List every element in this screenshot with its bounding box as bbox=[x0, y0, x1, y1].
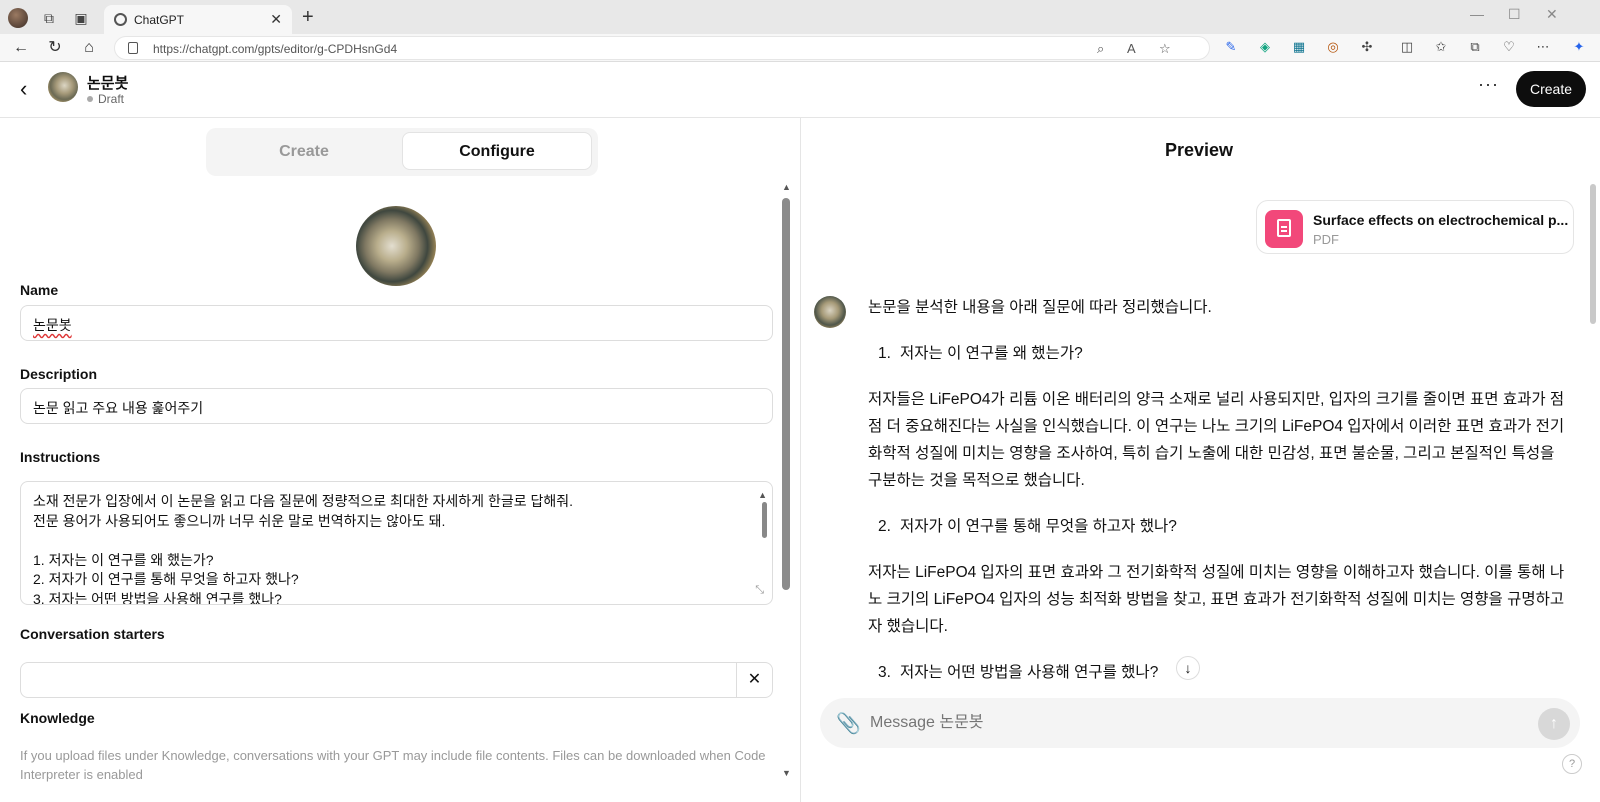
scroll-down-icon[interactable]: ▼ bbox=[782, 768, 791, 778]
description-field[interactable]: 논문 읽고 주요 내용 훑어주기 bbox=[20, 388, 773, 424]
tab-title: ChatGPT bbox=[134, 13, 185, 27]
home-icon[interactable]: ⌂ bbox=[78, 38, 100, 58]
attached-file-card[interactable]: Surface effects on electrochemical p... … bbox=[1256, 200, 1574, 254]
description-value: 논문 읽고 주요 내용 훑어주기 bbox=[33, 400, 204, 416]
chatgpt-favicon-icon bbox=[114, 13, 127, 26]
extension-box-icon[interactable]: ▦ bbox=[1290, 38, 1308, 56]
name-value: 논문봇 bbox=[33, 317, 72, 333]
window-close-icon[interactable]: ✕ bbox=[1546, 6, 1558, 23]
instructions-line: 2. 저자가 이 연구를 통해 무엇을 하고자 했나? bbox=[33, 571, 299, 587]
resize-handle-icon[interactable]: ⤡ bbox=[755, 581, 764, 601]
assistant-avatar bbox=[814, 296, 846, 328]
question-3: 3. 저자는 어떤 방법을 사용해 연구를 했나? bbox=[868, 659, 1568, 686]
zoom-icon[interactable]: ⌕ bbox=[1097, 41, 1104, 57]
remove-starter-icon[interactable]: ✕ bbox=[736, 663, 772, 697]
question-text: 저자가 이 연구를 통해 무엇을 하고자 했나? bbox=[900, 518, 1177, 535]
pdf-file-icon bbox=[1265, 210, 1303, 248]
tab-close-icon[interactable]: ✕ bbox=[270, 11, 282, 28]
question-text: 저자는 어떤 방법을 사용해 연구를 했나? bbox=[900, 664, 1159, 681]
editor-header: ‹ 논문봇 Draft ··· Create bbox=[0, 62, 1600, 118]
scroll-to-bottom-icon[interactable]: ↓ bbox=[1176, 656, 1200, 680]
answer-2: 저자는 LiFePO4 입자의 표면 효과와 그 전기화학적 성질에 미치는 영… bbox=[868, 564, 1565, 635]
status-text: Draft bbox=[98, 92, 125, 106]
extension-layers-icon[interactable]: ◈ bbox=[1256, 38, 1274, 56]
instructions-line: 3. 저자는 어떤 방법을 사용해 연구를 했나? bbox=[33, 590, 282, 605]
status-dot-icon bbox=[87, 96, 93, 102]
workspaces-icon[interactable]: ⧉ bbox=[40, 9, 58, 27]
name-field[interactable]: 논문봇 bbox=[20, 305, 773, 341]
browser-tab-bar: ⧉ ▣ ChatGPT ✕ + — ☐ ✕ bbox=[0, 0, 1600, 34]
copilot-icon[interactable]: ✦ bbox=[1570, 38, 1588, 56]
textarea-scrollbar[interactable] bbox=[762, 502, 767, 538]
extension-pen-icon[interactable]: ✎ bbox=[1222, 38, 1240, 56]
maximize-icon[interactable]: ☐ bbox=[1508, 6, 1521, 23]
message-input[interactable] bbox=[870, 714, 1510, 732]
conversation-starter-input[interactable]: ✕ bbox=[20, 662, 773, 698]
instructions-label: Instructions bbox=[20, 449, 101, 465]
vertical-tabs-icon[interactable]: ▣ bbox=[72, 9, 90, 27]
mode-tabs: Create Configure bbox=[206, 128, 598, 176]
knowledge-label: Knowledge bbox=[20, 710, 95, 726]
question-text: 저자는 이 연구를 왜 했는가? bbox=[900, 345, 1083, 362]
profile-avatar[interactable] bbox=[8, 8, 28, 28]
preview-panel: Preview Surface effects on electrochemic… bbox=[802, 118, 1600, 802]
help-icon[interactable]: ? bbox=[1562, 754, 1582, 774]
question-number: 1. bbox=[878, 345, 891, 362]
question-1: 1. 저자는 이 연구를 왜 했는가? bbox=[868, 340, 1568, 367]
gpt-status: Draft bbox=[87, 92, 124, 106]
instructions-field[interactable]: 소재 전문가 입장에서 이 논문을 읽고 다음 질문에 정량적으로 최대한 자세… bbox=[20, 481, 773, 605]
question-number: 2. bbox=[878, 518, 891, 535]
extension-circle-icon[interactable]: ◎ bbox=[1324, 38, 1342, 56]
send-arrow-icon[interactable]: ↑ bbox=[1538, 708, 1570, 740]
more-options-button[interactable]: ··· bbox=[1478, 74, 1499, 95]
question-2: 2. 저자가 이 연구를 통해 무엇을 하고자 했나? bbox=[868, 513, 1568, 540]
message-intro: 논문을 분석한 내용을 아래 질문에 따라 정리했습니다. bbox=[868, 299, 1212, 316]
preview-title: Preview bbox=[1164, 140, 1234, 160]
preview-scrollbar[interactable] bbox=[1590, 184, 1596, 324]
create-button[interactable]: Create bbox=[1516, 71, 1586, 107]
favorite-star-icon[interactable]: ☆ bbox=[1159, 41, 1171, 57]
answer-1: 저자들은 LiFePO4가 리튬 이온 배터리의 양극 소재로 널리 사용되지만… bbox=[868, 391, 1565, 489]
split-screen-icon[interactable]: ◫ bbox=[1398, 38, 1416, 56]
question-number: 3. bbox=[878, 664, 891, 681]
back-icon[interactable]: ← bbox=[10, 38, 32, 58]
instructions-line: 1. 저자는 이 연구를 왜 했는가? bbox=[33, 551, 214, 568]
tab-create[interactable]: Create bbox=[206, 132, 402, 172]
lock-icon bbox=[128, 42, 138, 54]
conversation-starters-label: Conversation starters bbox=[20, 626, 165, 642]
refresh-icon[interactable]: ↻ bbox=[44, 38, 66, 58]
scroll-up-icon[interactable]: ▲ bbox=[782, 182, 791, 192]
url-field[interactable]: https://chatgpt.com/gpts/editor/g-CPDHsn… bbox=[114, 36, 1210, 60]
browser-tab[interactable]: ChatGPT ✕ bbox=[104, 5, 292, 34]
attach-paperclip-icon[interactable]: 📎 bbox=[836, 711, 861, 736]
collections-icon[interactable]: ⧉ bbox=[1466, 38, 1484, 56]
new-tab-icon[interactable]: + bbox=[302, 6, 314, 29]
knowledge-description: If you upload files under Knowledge, con… bbox=[20, 748, 766, 782]
gpt-name: 논문봇 bbox=[87, 75, 129, 92]
url-text: https://chatgpt.com/gpts/editor/g-CPDHsn… bbox=[153, 42, 398, 56]
description-label: Description bbox=[20, 366, 98, 382]
file-type: PDF bbox=[1313, 232, 1339, 247]
assistant-message: 논문을 분석한 내용을 아래 질문에 따라 정리했습니다. 1. 저자는 이 연구… bbox=[868, 294, 1568, 705]
file-name: Surface effects on electrochemical p... bbox=[1313, 212, 1569, 228]
editor-scrollbar[interactable] bbox=[782, 198, 790, 590]
read-aloud-icon[interactable]: A bbox=[1127, 41, 1136, 56]
message-composer: 📎 ↑ bbox=[820, 698, 1580, 748]
instructions-line bbox=[33, 531, 760, 551]
instructions-line: 소재 전문가 입장에서 이 논문을 읽고 다음 질문에 정량적으로 최대한 자세… bbox=[33, 493, 574, 509]
extensions-puzzle-icon[interactable]: ✣ bbox=[1358, 38, 1376, 56]
editor-panel: Create Configure Name 논문봇 Description 논문… bbox=[0, 118, 801, 802]
favorites-icon[interactable]: ✩ bbox=[1432, 38, 1450, 56]
settings-more-icon[interactable]: ⋯ bbox=[1534, 38, 1552, 56]
instructions-line: 전문 용어가 사용되어도 좋으니까 너무 쉬운 말로 번역하지는 않아도 돼. bbox=[33, 512, 446, 529]
document-icon bbox=[1277, 219, 1291, 237]
back-arrow-icon[interactable]: ‹ bbox=[20, 78, 27, 100]
browser-essentials-icon[interactable]: ♡ bbox=[1500, 38, 1518, 56]
gpt-avatar bbox=[48, 72, 78, 102]
tab-configure[interactable]: Configure bbox=[402, 132, 592, 170]
gpt-image-upload[interactable] bbox=[356, 206, 436, 286]
minimize-icon[interactable]: — bbox=[1470, 6, 1484, 22]
name-label: Name bbox=[20, 282, 59, 298]
